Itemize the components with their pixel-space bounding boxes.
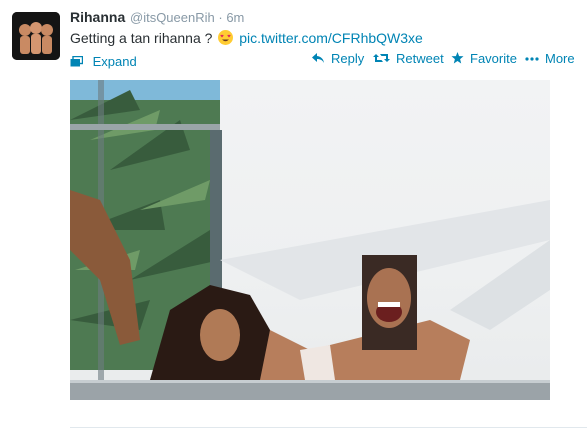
retweet-icon (373, 54, 390, 62)
author-handle[interactable]: @itsQueenRih (130, 10, 215, 25)
avatar-image (12, 12, 60, 60)
star-icon (451, 52, 464, 64)
more-dots-icon (525, 57, 539, 61)
author-handle-time[interactable]: @itsQueenRih · 6m (130, 10, 244, 25)
divider (70, 427, 587, 428)
avatar[interactable] (12, 12, 60, 60)
tweet-media-link[interactable]: pic.twitter.com/CFRhbQW3xe (239, 30, 423, 46)
reply-label: Reply (331, 51, 365, 66)
expand-button[interactable]: Expand (70, 54, 137, 69)
tweet-time[interactable]: · 6m (218, 10, 244, 25)
retweet-label: Retweet (396, 51, 444, 66)
more-label: More (545, 51, 575, 66)
favorite-label: Favorite (470, 51, 517, 66)
author-name[interactable]: Rihanna (70, 9, 125, 25)
tweet-text: Getting a tan rihanna ? pic.twitter.com/… (70, 30, 423, 46)
tweet-text-content: Getting a tan rihanna ? (70, 30, 213, 46)
favorite-button[interactable]: Favorite (451, 51, 517, 66)
media-icon (70, 55, 84, 67)
expand-label: Expand (92, 54, 137, 69)
smiling-face-with-heart-eyes-icon (218, 30, 234, 45)
reply-icon (312, 53, 324, 63)
tweet-photo[interactable] (70, 80, 550, 400)
more-button[interactable]: More (525, 51, 575, 66)
photo-image (70, 80, 550, 400)
retweet-button[interactable]: Retweet (373, 51, 444, 66)
reply-button[interactable]: Reply (311, 51, 364, 66)
